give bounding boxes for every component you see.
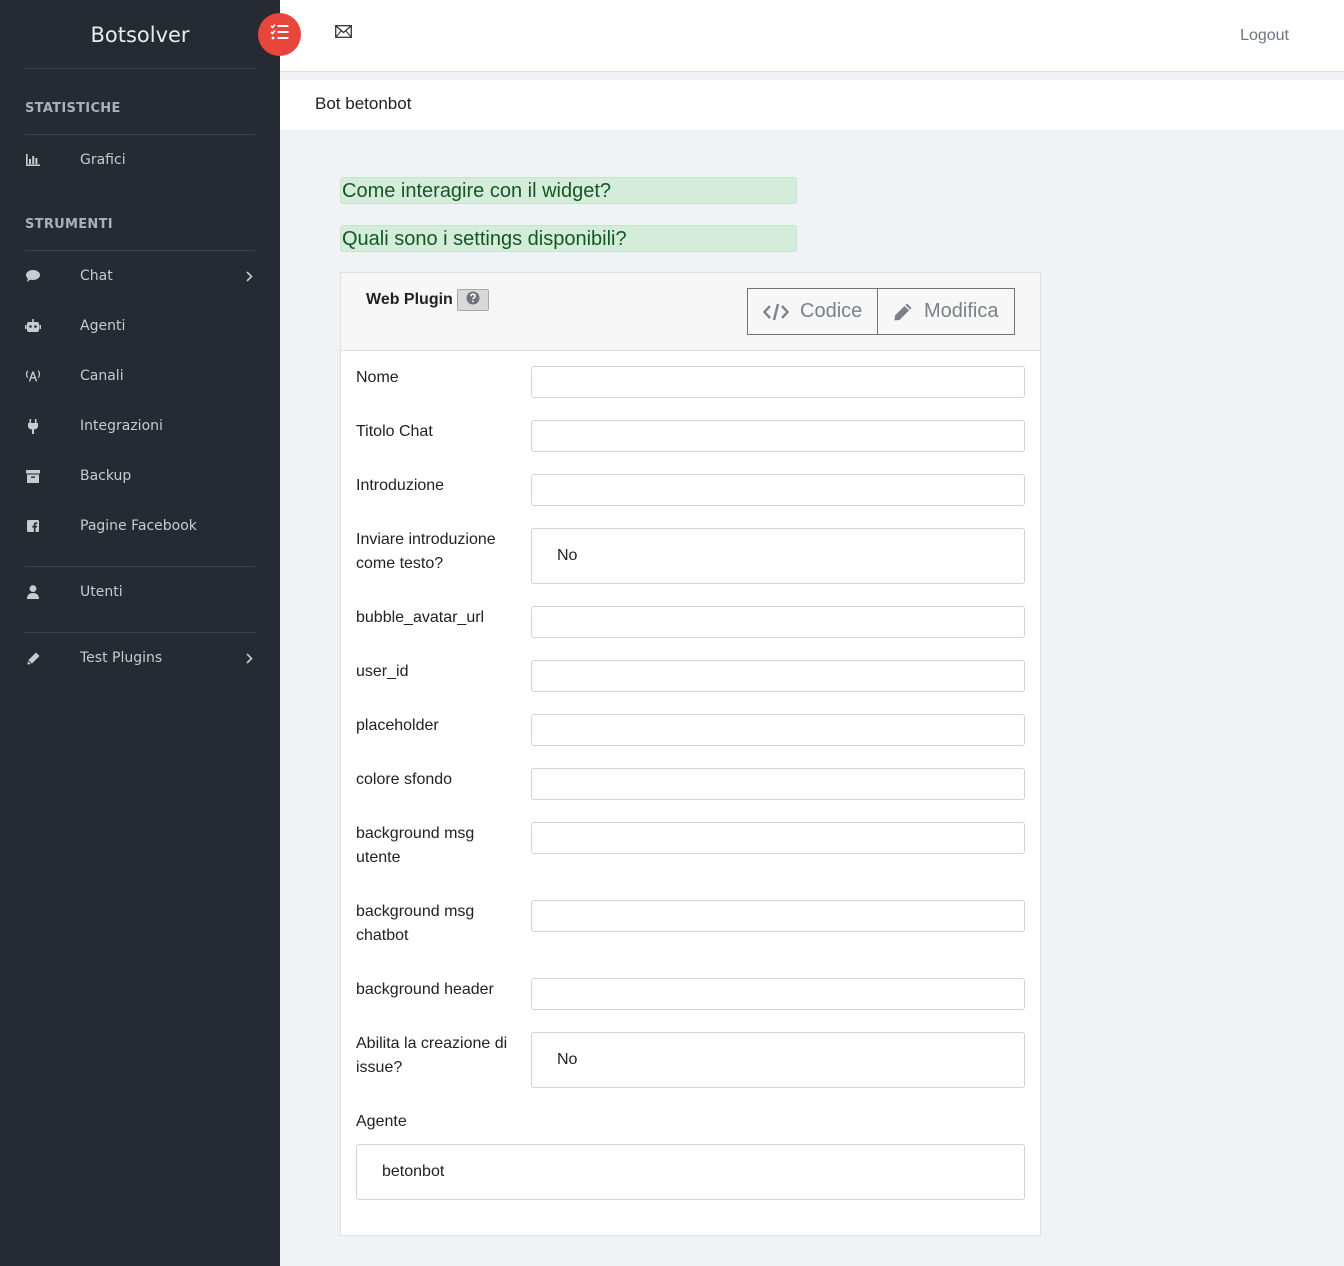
card-header: Web Plugin Codice Modifica	[341, 273, 1040, 351]
pencil-icon	[25, 650, 41, 666]
field-label-background-msg-utente: background msg utente	[356, 825, 475, 866]
facebook-icon	[25, 518, 41, 534]
sidebar-item-label: Utenti	[80, 584, 123, 600]
card-title: Web Plugin	[366, 291, 453, 308]
chevron-right-icon	[246, 651, 256, 665]
field-label-user-id: user_id	[356, 663, 409, 680]
colore-sfondo-input[interactable]	[531, 768, 1025, 800]
field-label-bubble-avatar-url: bubble_avatar_url	[356, 609, 485, 626]
field-label-introduzione: Introduzione	[356, 477, 445, 494]
background-header-input[interactable]	[531, 978, 1025, 1010]
field-label-abilita-issue: Abilita la creazione di issue?	[356, 1035, 508, 1076]
sidebar-item-canali[interactable]: Canali	[0, 356, 280, 396]
robot-icon	[25, 318, 41, 334]
section-title-statistiche: STATISTICHE	[25, 101, 121, 116]
nome-input[interactable]	[531, 366, 1025, 398]
sidebar: Botsolver STATISTICHE Grafici STRUMENTI …	[0, 0, 280, 1266]
sidebar-item-label: Chat	[80, 268, 113, 284]
user-icon	[25, 584, 41, 600]
bar-chart-icon	[25, 152, 41, 168]
bubble-avatar-url-input[interactable]	[531, 606, 1025, 638]
pencil-icon	[893, 302, 913, 322]
sidebar-item-agenti[interactable]: Agenti	[0, 306, 280, 346]
sidebar-item-label: Canali	[80, 368, 124, 384]
introduzione-input[interactable]	[531, 474, 1025, 506]
sidebar-item-label: Grafici	[80, 152, 126, 168]
sidebar-item-integrazioni[interactable]: Integrazioni	[0, 406, 280, 446]
sidebar-item-label: Pagine Facebook	[80, 518, 197, 534]
web-plugin-card: Web Plugin Codice Modifica Nome Titolo C…	[340, 272, 1041, 1236]
divider	[25, 250, 255, 251]
sidebar-item-chat[interactable]: Chat	[0, 256, 280, 296]
titolo-chat-input[interactable]	[531, 420, 1025, 452]
envelope-icon[interactable]	[335, 25, 353, 39]
field-label-inviare-introduzione: Inviare introduzione come testo?	[356, 531, 496, 572]
sidebar-item-backup[interactable]: Backup	[0, 456, 280, 496]
code-button-label: Codice	[800, 300, 863, 322]
help-link-widget[interactable]: Come interagire con il widget?	[340, 177, 797, 204]
plug-icon	[25, 418, 41, 434]
field-label-background-msg-chatbot: background msg chatbot	[356, 903, 475, 944]
chevron-right-icon	[246, 269, 256, 283]
field-label-nome: Nome	[356, 369, 399, 386]
archive-icon	[25, 468, 41, 484]
background-msg-chatbot-input[interactable]	[531, 900, 1025, 932]
divider	[25, 566, 255, 567]
field-label-background-header: background header	[356, 981, 494, 998]
sidebar-item-label: Test Plugins	[80, 650, 163, 666]
field-label-titolo-chat: Titolo Chat	[356, 423, 433, 440]
sidebar-item-test-plugins[interactable]: Test Plugins	[0, 638, 280, 678]
sidebar-item-label: Integrazioni	[80, 418, 163, 434]
page-title: Bot betonbot	[315, 94, 412, 113]
sidebar-item-pagine-facebook[interactable]: Pagine Facebook	[0, 506, 280, 546]
field-label-colore-sfondo: colore sfondo	[356, 771, 453, 788]
brand-logo[interactable]: Botsolver	[25, 0, 255, 69]
code-button[interactable]: Codice	[747, 288, 878, 335]
edit-button-label: Modifica	[924, 300, 999, 322]
field-label-agente: Agente	[356, 1113, 407, 1130]
sidebar-toggle-button[interactable]	[258, 13, 301, 56]
section-title-strumenti: STRUMENTI	[25, 217, 113, 232]
edit-button[interactable]: Modifica	[877, 288, 1015, 335]
field-label-placeholder: placeholder	[356, 717, 439, 734]
help-link-settings[interactable]: Quali sono i settings disponibili?	[340, 225, 797, 252]
sidebar-item-label: Backup	[80, 468, 132, 484]
divider	[25, 632, 255, 633]
logout-link[interactable]: Logout	[1240, 27, 1289, 45]
list-check-icon	[269, 23, 290, 46]
divider	[25, 134, 255, 135]
background-msg-utente-input[interactable]	[531, 822, 1025, 854]
abilita-issue-select[interactable]: No	[531, 1032, 1025, 1088]
broadcast-icon	[25, 368, 41, 384]
code-icon	[763, 303, 789, 321]
sidebar-item-label: Agenti	[80, 318, 126, 334]
chat-bubble-icon	[25, 268, 41, 284]
sidebar-item-utenti[interactable]: Utenti	[0, 572, 280, 612]
page-header: Bot betonbot	[280, 80, 1344, 130]
user-id-input[interactable]	[531, 660, 1025, 692]
agente-select[interactable]: betonbot	[356, 1144, 1025, 1200]
sidebar-item-grafici[interactable]: Grafici	[0, 140, 280, 180]
help-button[interactable]	[457, 289, 489, 311]
top-bar: Logout	[280, 0, 1344, 72]
inviare-introduzione-select[interactable]: No	[531, 528, 1025, 584]
placeholder-input[interactable]	[531, 714, 1025, 746]
question-circle-icon	[466, 291, 480, 310]
